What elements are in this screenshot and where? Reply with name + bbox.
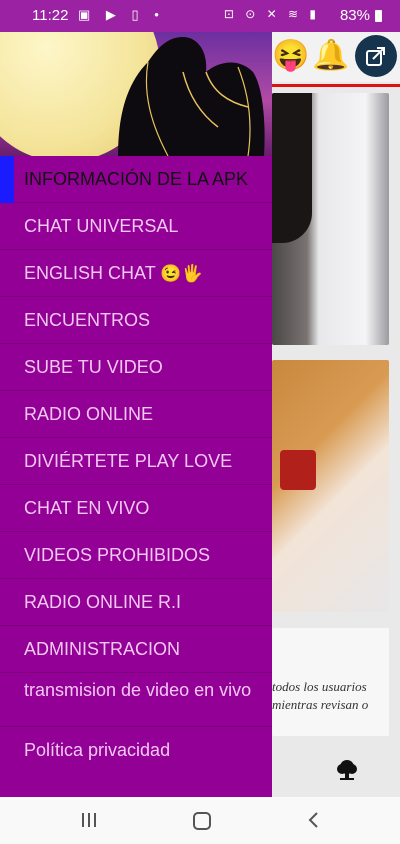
menu-item-videos-prohibidos[interactable]: VIDEOS PROHIBIDOS	[0, 532, 272, 579]
menu-item-label: SUBE TU VIDEO	[24, 357, 163, 377]
menu-item-label: Política privacidad	[24, 740, 171, 760]
menu-item-sube-tu-video[interactable]: SUBE TU VIDEO	[0, 344, 272, 391]
menu-item-label: transmision de video en vivo	[24, 680, 252, 700]
video-card[interactable]	[272, 360, 389, 612]
card-text-line: todos los usuarios	[272, 679, 367, 694]
home-icon[interactable]	[193, 812, 211, 830]
menu-item-label: DIVIÉRTETE PLAY LOVE	[24, 451, 233, 471]
share-button[interactable]	[355, 35, 397, 77]
menu-item-politica-privacidad[interactable]: Política privacidad	[0, 727, 272, 774]
battery-level: 83%	[339, 7, 370, 24]
menu-item-diviertete[interactable]: DIVIÉRTETE PLAY LOVE	[0, 438, 272, 485]
menu-item-radio-online[interactable]: RADIO ONLINE	[0, 391, 272, 438]
tongue-emoji-button[interactable]: 😝	[272, 38, 309, 73]
menu-item-label: RADIO ONLINE R.I	[24, 592, 182, 612]
toolbar-divider	[272, 84, 400, 87]
menu-item-encuentros[interactable]: ENCUENTROS	[0, 297, 272, 344]
menu-item-administracion[interactable]: ADMINISTRACION	[0, 626, 272, 673]
card-text-line: mientras revisan o	[272, 697, 369, 712]
card-image	[280, 450, 316, 490]
card-image	[272, 93, 312, 243]
menu-item-label: VIDEOS PROHIBIDOS	[24, 545, 211, 565]
share-icon	[366, 47, 385, 66]
system-nav-bar	[0, 797, 400, 844]
recent-apps-icon[interactable]	[80, 813, 98, 827]
wink-wave-emoji: 😉🖐	[160, 264, 203, 283]
status-bar: 11:22 ▣ ▶ ▯ • ⊡ ⊙ ✕ ≋ ▮ 83%	[0, 0, 400, 32]
menu-item-label: CHAT EN VIVO	[24, 498, 150, 518]
system-icons: ⊡ ⊙ ✕ ≋ ▮	[223, 7, 320, 21]
menu-item-label: RADIO ONLINE	[24, 404, 154, 424]
battery-icon	[375, 10, 382, 22]
back-icon[interactable]	[306, 811, 320, 829]
menu-item-english-chat[interactable]: ENGLISH CHAT 😉🖐	[0, 250, 272, 297]
menu-item-label: INFORMACIÓN DE LA APK	[24, 169, 249, 189]
status-time: 11:22	[32, 7, 69, 24]
video-card[interactable]	[272, 93, 389, 345]
tree-icon[interactable]	[336, 758, 358, 782]
drawer-header-image	[0, 32, 272, 156]
couple-silhouette-image	[118, 37, 265, 156]
menu-item-label: ENCUENTROS	[24, 310, 151, 330]
menu-item-label: CHAT UNIVERSAL	[24, 216, 179, 236]
menu-item-chat-universal[interactable]: CHAT UNIVERSAL	[0, 203, 272, 250]
bell-icon[interactable]: 🔔	[312, 38, 349, 73]
text-card[interactable]: todos los usuarios mientras revisan o	[272, 628, 389, 736]
active-indicator	[0, 156, 14, 203]
menu-item-radio-online-ri[interactable]: RADIO ONLINE R.I	[0, 579, 272, 626]
menu-item-informacion-apk[interactable]: INFORMACIÓN DE LA APK	[0, 156, 272, 203]
drawer-menu: INFORMACIÓN DE LA APK CHAT UNIVERSAL ENG…	[0, 156, 272, 774]
navigation-drawer: INFORMACIÓN DE LA APK CHAT UNIVERSAL ENG…	[0, 32, 272, 797]
menu-item-chat-en-vivo[interactable]: CHAT EN VIVO	[0, 485, 272, 532]
menu-item-transmision-video[interactable]: transmision de video en vivo	[0, 673, 272, 727]
menu-item-label: ENGLISH CHAT	[24, 263, 156, 283]
menu-item-label: ADMINISTRACION	[24, 639, 181, 659]
notification-icons: ▣ ▶ ▯ •	[78, 7, 165, 22]
